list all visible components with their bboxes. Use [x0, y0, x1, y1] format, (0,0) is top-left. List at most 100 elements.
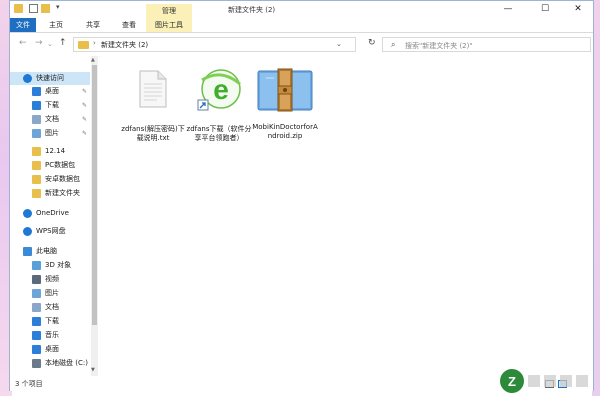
minimize-button[interactable]: —: [493, 2, 523, 16]
sidebar-item-label: 本地磁盘 (C:): [45, 359, 88, 367]
sidebar-item-label: 此电脑: [36, 247, 57, 255]
sidebar-item[interactable]: 视频: [10, 273, 90, 286]
download-icon: [32, 101, 41, 110]
sidebar-item-label: 文档: [45, 303, 59, 311]
breadcrumb-current[interactable]: 新建文件夹 (2): [101, 40, 148, 50]
sidebar-item[interactable]: 3D 对象: [10, 259, 90, 272]
shortcut-ie-icon: e: [197, 69, 241, 111]
sidebar-item[interactable]: PC数据包: [10, 159, 90, 172]
file-list: zdfans(解压密码)下载说明.txt e zdfans下载（软件分享平台领跑…: [100, 56, 593, 376]
list-item[interactable]: MobiKinDoctorforAndroid.zip: [252, 68, 318, 140]
up-arrow-icon[interactable]: ↑: [59, 38, 67, 48]
picture-icon: [32, 129, 41, 138]
tab-share[interactable]: 共享: [80, 18, 106, 32]
folder-icon: [14, 4, 23, 13]
sidebar-item[interactable]: 下载: [10, 315, 90, 328]
sidebar-item-label: 3D 对象: [45, 261, 72, 269]
properties-icon[interactable]: [29, 4, 38, 13]
sidebar-item[interactable]: 音乐: [10, 329, 90, 342]
picture-icon: [32, 289, 41, 298]
sidebar-item-label: 文档: [45, 115, 59, 123]
sidebar-item[interactable]: 快速访问: [10, 72, 90, 85]
sidebar-item[interactable]: 12.14: [10, 145, 90, 158]
new-folder-icon[interactable]: [41, 4, 50, 13]
search-placeholder: 搜索"新建文件夹 (2)": [405, 42, 473, 50]
sidebar-item[interactable]: OneDrive: [10, 207, 90, 220]
sidebar-item-label: 下载: [45, 101, 59, 109]
ribbon-tabs: 文件 主页 共享 查看 图片工具 ⌄ ?: [10, 18, 593, 47]
scroll-up-icon[interactable]: ▲: [91, 57, 95, 63]
music-icon: [32, 331, 41, 340]
sidebar-item[interactable]: 此电脑: [10, 245, 90, 258]
tab-home[interactable]: 主页: [43, 18, 69, 32]
navigation-bar: ← → ⌄ ↑ › 新建文件夹 (2) ⌄ ↻ ⌕ 搜索"新建文件夹 (2)": [10, 33, 593, 57]
file-name: zdfans下载（软件分享平台领跑者）: [186, 125, 252, 142]
sidebar-item[interactable]: WPS网盘: [10, 225, 90, 238]
cloud-icon: [23, 209, 32, 218]
list-item[interactable]: zdfans(解压密码)下载说明.txt: [120, 70, 186, 142]
sidebar-item[interactable]: 桌面 ✎: [10, 85, 90, 98]
video-icon: [32, 275, 41, 284]
download-icon: [32, 317, 41, 326]
pin-icon[interactable]: ✎: [82, 85, 87, 98]
list-item[interactable]: e zdfans下载（软件分享平台领跑者）: [186, 66, 252, 142]
search-input[interactable]: ⌕ 搜索"新建文件夹 (2)": [382, 37, 591, 52]
sidebar-item[interactable]: 文档: [10, 301, 90, 314]
sidebar-item-label: 音乐: [45, 331, 59, 339]
back-arrow-icon[interactable]: ←: [19, 38, 27, 48]
search-icon: ⌕: [391, 40, 396, 49]
watermark-letter: Z: [508, 374, 516, 389]
nav-scrollbar-thumb[interactable]: [92, 65, 97, 325]
sidebar-item-label: 桌面: [45, 345, 59, 353]
tab-picture-tools[interactable]: 图片工具: [146, 18, 192, 32]
document-icon: [32, 115, 41, 124]
pin-icon[interactable]: ✎: [82, 113, 87, 126]
folder-icon: [32, 189, 41, 198]
sidebar-item[interactable]: 安卓数据包: [10, 173, 90, 186]
address-bar[interactable]: › 新建文件夹 (2) ⌄: [73, 37, 356, 52]
customize-toolbar-icon[interactable]: ▾: [56, 3, 60, 11]
tab-file[interactable]: 文件: [10, 18, 36, 32]
refresh-icon[interactable]: ↻: [368, 38, 376, 48]
text-file-icon: [139, 70, 167, 108]
close-button[interactable]: ✕: [563, 2, 593, 16]
navigation-pane: 快速访问 桌面 ✎ 下载 ✎ 文档 ✎ 图片 ✎ 12.14 PC数据包 安卓数据包 新建文件夹 OneD…: [10, 56, 99, 376]
sidebar-item-label: 图片: [45, 289, 59, 297]
folder-icon: [78, 41, 89, 49]
manage-context-label: 管理: [146, 4, 192, 18]
pin-icon[interactable]: ✎: [82, 127, 87, 140]
explorer-window: ▾ 新建文件夹 (2) — ☐ ✕ 管理 文件 主页 共享 查看 图片工具 ⌄ …: [9, 0, 594, 391]
svg-text:e: e: [213, 74, 229, 105]
sidebar-item[interactable]: 桌面: [10, 343, 90, 356]
sidebar-item[interactable]: 新建文件夹: [10, 187, 90, 200]
document-icon: [32, 303, 41, 312]
sidebar-item-label: WPS网盘: [36, 227, 66, 235]
sidebar-item[interactable]: 图片: [10, 287, 90, 300]
file-name: MobiKinDoctorforAndroid.zip: [252, 123, 318, 140]
recent-locations-icon[interactable]: ⌄: [47, 40, 53, 48]
folder-icon: [32, 161, 41, 170]
desktop-icon: [32, 345, 41, 354]
title-bar: ▾ 新建文件夹 (2) — ☐ ✕: [10, 1, 593, 18]
drive-icon: [32, 359, 41, 368]
sidebar-item-label: 12.14: [45, 147, 66, 155]
sidebar-item[interactable]: 本地磁盘 (C:): [10, 357, 90, 370]
file-name: zdfans(解压密码)下载说明.txt: [121, 125, 185, 142]
sidebar-item-label: 视频: [45, 275, 59, 283]
computer-icon: [23, 247, 32, 256]
chevron-down-icon[interactable]: ⌄: [336, 40, 342, 48]
sidebar-item-label: 桌面: [45, 87, 59, 95]
sidebar-item[interactable]: 文档 ✎: [10, 113, 90, 126]
pin-icon[interactable]: ✎: [82, 99, 87, 112]
sidebar-item-label: 安卓数据包: [45, 175, 80, 183]
folder-icon: [32, 147, 41, 156]
maximize-button[interactable]: ☐: [530, 2, 560, 16]
sidebar-item[interactable]: 下载 ✎: [10, 99, 90, 112]
scroll-down-icon[interactable]: ▼: [91, 367, 95, 373]
breadcrumb-separator[interactable]: ›: [93, 39, 96, 47]
sidebar-item-label: 新建文件夹: [45, 189, 80, 197]
tab-view[interactable]: 查看: [116, 18, 142, 32]
forward-arrow-icon[interactable]: →: [35, 38, 43, 48]
sidebar-item-label: 下载: [45, 317, 59, 325]
sidebar-item[interactable]: 图片 ✎: [10, 127, 90, 140]
